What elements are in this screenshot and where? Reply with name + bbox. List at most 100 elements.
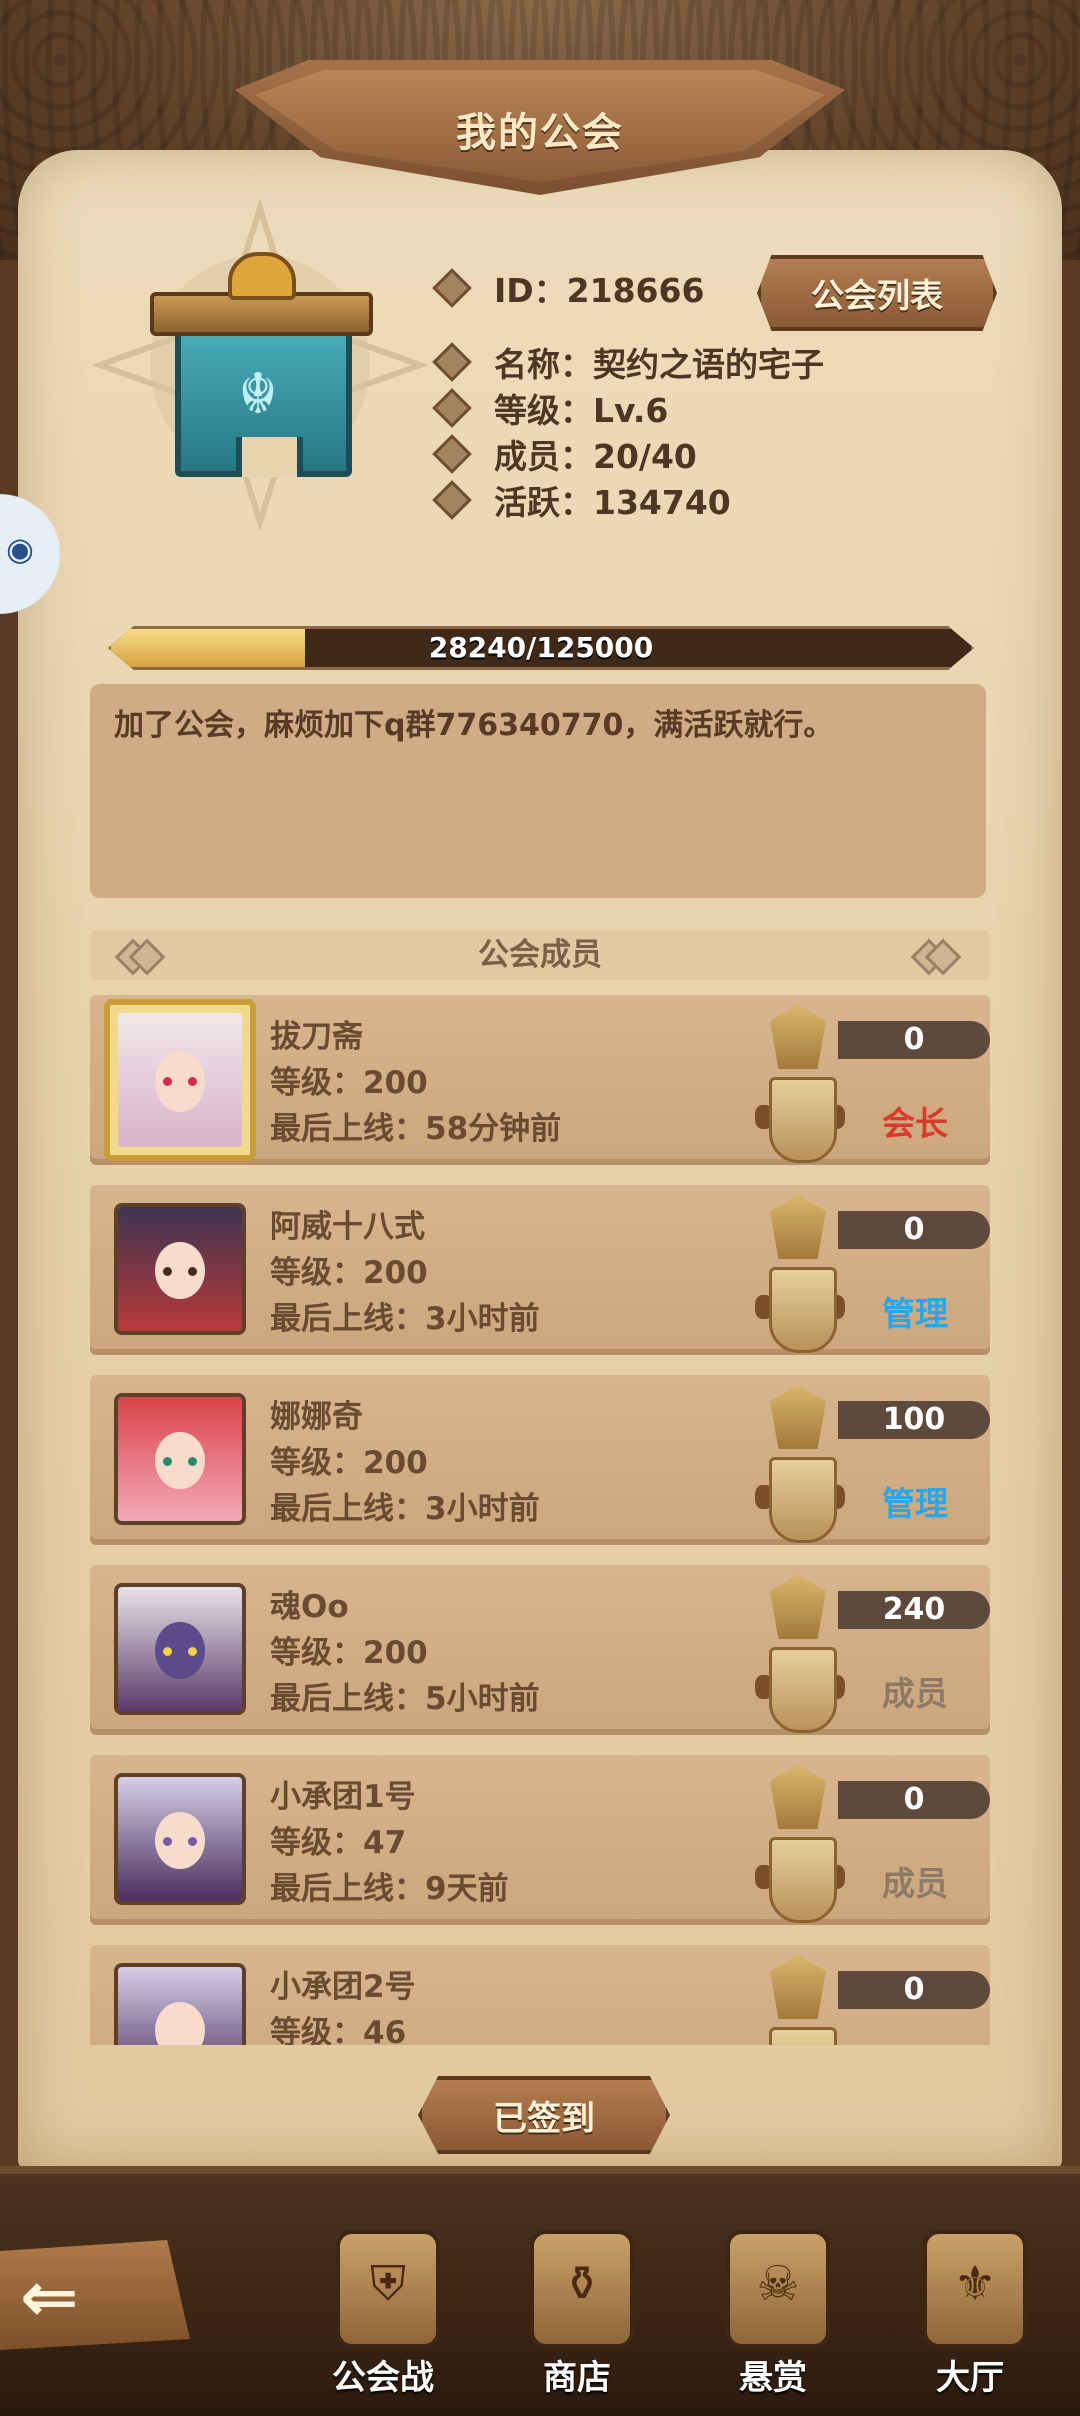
member-level: 等级：200 [270, 1065, 428, 1101]
guild-announcement: 加了公会，麻烦加下q群776340770，满活跃就行。 [90, 684, 986, 898]
guild-level: 等级：Lv.6 [494, 391, 669, 430]
member-name: 魂Oo [270, 1589, 349, 1625]
role-shield-icon [755, 1837, 845, 1923]
avatar-eyes [162, 1266, 198, 1277]
contribution-badge-icon [770, 1385, 826, 1449]
contribution-badge-icon [770, 1955, 826, 2019]
checkin-button[interactable]: 已签到 [418, 2076, 670, 2154]
diamond-bullet-icon [432, 434, 472, 474]
diamond-bullet-icon [432, 480, 472, 520]
member-list[interactable]: 拔刀斋 等级：200 最后上线：58分钟前 0 会长 阿威十八式 等级：200 … [90, 995, 990, 2045]
members-section-title: 公会成员 [478, 937, 602, 973]
member-avatar-gold-frame[interactable] [104, 999, 256, 1161]
member-name: 阿威十八式 [270, 1209, 425, 1245]
nav-guild-war[interactable]: ⛨ 公会战 [308, 2220, 458, 2400]
bounty-scroll-icon: ☠ [726, 2230, 830, 2348]
guild-list-button[interactable]: 公会列表 [757, 255, 997, 331]
shop-bag-icon: ⚱ [530, 2230, 634, 2348]
role-shield-icon [755, 1267, 845, 1353]
avatar-eyes [162, 1646, 198, 1657]
member-avatar[interactable] [114, 1963, 246, 2045]
member-level: 等级：200 [270, 1445, 428, 1481]
emblem-mushroom-icon [228, 252, 296, 300]
member-name: 小承团2号 [270, 1969, 416, 2005]
avatar-portrait [118, 1587, 242, 1711]
member-card[interactable]: 小承团1号 等级：47 最后上线：9天前 0 成员 [90, 1755, 990, 1925]
member-role: 成员 [882, 1674, 948, 1713]
contribution-badge-icon [770, 1575, 826, 1639]
header-ornament-icon [910, 938, 962, 976]
member-role: 管理 [882, 1484, 948, 1523]
member-contribution: 0 [838, 1211, 990, 1249]
member-avatar[interactable] [114, 1773, 246, 1905]
emblem-rune-icon: ☬ [238, 362, 278, 427]
role-shield-icon [755, 1077, 845, 1163]
nav-hall[interactable]: ⚜ 大厅 [895, 2220, 1045, 2400]
member-level: 等级：200 [270, 1255, 428, 1291]
member-last-online: 最后上线：9天前 [270, 1871, 509, 1907]
avatar-portrait [118, 1013, 242, 1147]
role-shield-icon [755, 1457, 845, 1543]
contribution-badge-icon [770, 1195, 826, 1259]
hall-banner-icon: ⚜ [923, 2230, 1027, 2348]
avatar-portrait [118, 1397, 242, 1521]
nav-label: 悬赏 [739, 2358, 807, 2398]
member-contribution: 0 [838, 1971, 990, 2009]
back-arrow-icon[interactable]: ⇐ [20, 2262, 79, 2332]
helmet-icon: ⛨ [336, 2230, 440, 2348]
guild-activity-row: 活跃：134740 [432, 478, 731, 522]
role-shield-icon [755, 2027, 845, 2045]
page-title: 我的公会 [456, 110, 624, 156]
member-name: 小承团1号 [270, 1779, 416, 1815]
contribution-badge-icon [770, 1765, 826, 1829]
member-card[interactable]: 小承团2号 等级：46 0 [90, 1945, 990, 2045]
member-name: 娜娜奇 [270, 1399, 363, 1435]
member-role: 会长 [882, 1104, 948, 1143]
diamond-bullet-icon [432, 342, 472, 382]
guild-member-count: 成员：20/40 [494, 437, 697, 476]
nav-bounty[interactable]: ☠ 悬赏 [698, 2220, 848, 2400]
nav-shop[interactable]: ⚱ 商店 [502, 2220, 652, 2400]
guild-exp-bar: 28240/125000 [108, 626, 974, 670]
guild-name: 名称：契约之语的宅子 [494, 345, 824, 384]
avatar-eyes [162, 1077, 198, 1088]
guild-name-row: 名称：契约之语的宅子 [432, 340, 824, 384]
member-role: 成员 [882, 1864, 948, 1903]
member-last-online: 最后上线：3小时前 [270, 1301, 540, 1337]
member-avatar[interactable] [114, 1203, 246, 1335]
member-contribution: 240 [838, 1591, 990, 1629]
guild-members-row: 成员：20/40 [432, 432, 697, 476]
guild-level-row: 等级：Lv.6 [432, 386, 668, 430]
member-avatar[interactable] [114, 1583, 246, 1715]
member-card[interactable]: 阿威十八式 等级：200 最后上线：3小时前 0 管理 [90, 1185, 990, 1355]
diamond-bullet-icon [432, 268, 472, 308]
diamond-bullet-icon [432, 388, 472, 428]
role-shield-icon [755, 1647, 845, 1733]
member-last-online: 最后上线：58分钟前 [270, 1111, 562, 1147]
member-card[interactable]: 拔刀斋 等级：200 最后上线：58分钟前 0 会长 [90, 995, 990, 1165]
member-card[interactable]: 魂Oo 等级：200 最后上线：5小时前 240 成员 [90, 1565, 990, 1735]
guild-id-row: ID：218666 [432, 266, 704, 310]
member-contribution: 100 [838, 1401, 990, 1439]
member-last-online: 最后上线：5小时前 [270, 1681, 540, 1717]
announcement-text: 加了公会，麻烦加下q群776340770，满活跃就行。 [114, 708, 834, 743]
member-role: 管理 [882, 1294, 948, 1333]
avatar-eyes [162, 1836, 198, 1847]
member-card[interactable]: 娜娜奇 等级：200 最后上线：3小时前 100 管理 [90, 1375, 990, 1545]
guild-activity: 活跃：134740 [494, 483, 731, 522]
floating-assistant-icon[interactable]: ◉ [6, 530, 34, 568]
member-contribution: 0 [838, 1021, 990, 1059]
contribution-badge-icon [770, 1005, 826, 1069]
member-last-online: 最后上线：3小时前 [270, 1491, 540, 1527]
member-level: 等级：46 [270, 2015, 407, 2045]
avatar-eyes [162, 1456, 198, 1467]
avatar-portrait [118, 1777, 242, 1901]
avatar-face [155, 2001, 205, 2045]
member-avatar[interactable] [114, 1393, 246, 1525]
guild-id: ID：218666 [494, 271, 705, 310]
members-section-header: 公会成员 [90, 930, 990, 980]
member-level: 等级：47 [270, 1825, 407, 1861]
member-level: 等级：200 [270, 1635, 428, 1671]
nav-label: 公会战 [332, 2358, 434, 2398]
nav-label: 商店 [543, 2358, 611, 2398]
